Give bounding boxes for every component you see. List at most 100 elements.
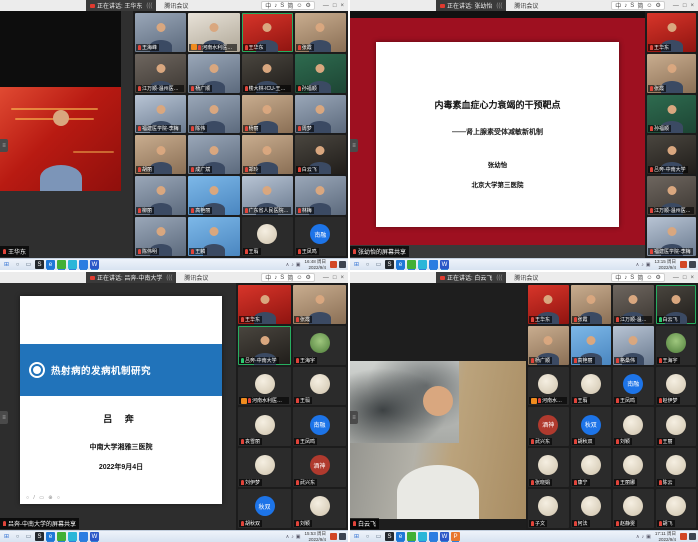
participant-tile[interactable]: 高艳丽 bbox=[188, 176, 239, 215]
participant-tile[interactable]: 王华东 bbox=[242, 13, 293, 52]
action-center-icon[interactable] bbox=[689, 533, 696, 540]
participant-tile[interactable]: 成广斌 bbox=[188, 135, 239, 174]
ime-lang-icon[interactable]: 中 bbox=[615, 1, 621, 10]
participant-tile[interactable]: 郑玲 bbox=[242, 135, 293, 174]
ime-music-icon[interactable]: ♪ bbox=[274, 3, 277, 9]
start-button[interactable]: ⊞ bbox=[352, 532, 361, 541]
maximize-button[interactable]: □ bbox=[683, 275, 687, 281]
ime-lang-icon[interactable]: 中 bbox=[265, 273, 271, 282]
task-view-icon[interactable]: ▭ bbox=[374, 260, 383, 269]
action-center-icon[interactable] bbox=[689, 261, 696, 268]
task-view-icon[interactable]: ▭ bbox=[24, 532, 33, 541]
word-icon[interactable]: W bbox=[90, 260, 99, 269]
participant-tile[interactable]: 秋双胡秋双 bbox=[238, 489, 291, 528]
participant-tile[interactable]: 张霞 bbox=[571, 285, 612, 324]
ime-settings-icon[interactable]: ⚙ bbox=[655, 2, 660, 9]
ime-lang-icon[interactable]: 中 bbox=[615, 273, 621, 282]
ime-emoji-icon[interactable]: ☺ bbox=[296, 3, 302, 9]
wps-icon[interactable]: P bbox=[451, 532, 460, 541]
notification-badge[interactable] bbox=[330, 533, 337, 540]
ime-simplified-icon[interactable]: 简 bbox=[287, 273, 293, 282]
ime-simplified-icon[interactable]: 简 bbox=[637, 1, 643, 10]
close-button[interactable]: × bbox=[690, 275, 694, 281]
ime-settings-icon[interactable]: ⚙ bbox=[655, 274, 660, 281]
participant-tile[interactable]: 张霞 bbox=[293, 285, 346, 324]
participant-tile[interactable]: 陈伟明 bbox=[135, 217, 186, 256]
action-center-icon[interactable] bbox=[339, 533, 346, 540]
app-icon[interactable] bbox=[68, 260, 77, 269]
app-tab-tencent-meeting[interactable]: 腾讯会议 bbox=[506, 272, 546, 283]
participant-tile[interactable]: 河南水利医文热病诊疗中心 bbox=[528, 367, 569, 406]
tray-icon[interactable]: ∧ bbox=[286, 262, 290, 268]
action-center-icon[interactable] bbox=[339, 261, 346, 268]
participant-tile[interactable]: 杨广顺 bbox=[188, 54, 239, 93]
participant-tile[interactable]: 胡丽 bbox=[135, 135, 186, 174]
notification-badge[interactable] bbox=[330, 261, 337, 268]
participant-tile[interactable]: 秋双胡秋双 bbox=[571, 407, 612, 446]
taskbar-clock[interactable]: 17:11 周日2022/9/4 bbox=[655, 531, 676, 541]
participant-tile[interactable]: 刘颖 bbox=[293, 489, 346, 528]
participant-tile[interactable]: 袁雪丽 bbox=[238, 407, 291, 446]
app-icon[interactable] bbox=[79, 532, 88, 541]
close-button[interactable]: × bbox=[690, 3, 694, 9]
speaking-tab[interactable]: 正在讲话: 吕奔-中南大学((( bbox=[86, 272, 176, 283]
app-icon[interactable] bbox=[57, 260, 66, 269]
participant-tile[interactable]: 江万顺-温州医科大学 bbox=[613, 285, 654, 324]
ime-simplified-icon[interactable]: 简 bbox=[637, 273, 643, 282]
participant-tile[interactable]: 高艳丽 bbox=[571, 326, 612, 365]
speaking-tab[interactable]: 正在讲话: 王华东((( bbox=[86, 0, 156, 11]
app-icon[interactable] bbox=[79, 260, 88, 269]
participant-tile[interactable]: 胡飞 bbox=[656, 489, 697, 528]
minimize-button[interactable]: — bbox=[323, 3, 329, 9]
participant-tile[interactable]: 福建医学院-李梅 bbox=[647, 217, 696, 256]
close-button[interactable]: × bbox=[340, 275, 344, 281]
participant-tile[interactable]: 王翦 bbox=[242, 217, 293, 256]
participant-tile[interactable]: 王海峰 bbox=[135, 13, 186, 52]
participant-tile[interactable]: 吕奔-中南大学 bbox=[238, 326, 291, 365]
participant-tile[interactable]: 刘颖 bbox=[613, 407, 654, 446]
app-icon[interactable]: S bbox=[385, 532, 394, 541]
participant-tile[interactable]: 楼大林-ICU-王洁梅 bbox=[242, 54, 293, 93]
app-icon[interactable] bbox=[418, 260, 427, 269]
participant-tile[interactable]: 河南水利医文热病诊疗中心 bbox=[238, 367, 291, 406]
tray-icon[interactable]: ▣ bbox=[296, 534, 301, 540]
participant-tile[interactable]: 王华东 bbox=[647, 13, 696, 52]
speaking-tab[interactable]: 正在讲话: 张幼怡((( bbox=[436, 0, 506, 11]
side-panel-handle[interactable]: ≡ bbox=[350, 139, 358, 152]
participant-tile[interactable]: 赵静雯 bbox=[613, 489, 654, 528]
tray-icon[interactable]: ▣ bbox=[646, 534, 651, 540]
app-icon[interactable] bbox=[429, 532, 438, 541]
app-icon[interactable] bbox=[407, 260, 416, 269]
notification-badge[interactable] bbox=[680, 261, 687, 268]
ime-emoji-icon[interactable]: ☺ bbox=[296, 275, 302, 281]
notification-badge[interactable] bbox=[680, 533, 687, 540]
participant-tile[interactable]: 酒神武兴东 bbox=[528, 407, 569, 446]
participant-tile[interactable]: 王海宇 bbox=[293, 326, 346, 365]
maximize-button[interactable]: □ bbox=[683, 3, 687, 9]
participant-tile[interactable]: 福建医学院-李梅 bbox=[135, 95, 186, 134]
annotation-toolbar[interactable]: ○ / ▭ ⊕ ○ bbox=[26, 495, 61, 501]
ime-music-icon[interactable]: ♪ bbox=[274, 275, 277, 281]
minimize-button[interactable]: — bbox=[673, 275, 679, 281]
app-icon[interactable]: S bbox=[35, 532, 44, 541]
participant-tile[interactable]: 张霞 bbox=[647, 54, 696, 93]
participant-tile[interactable]: 康宁 bbox=[571, 448, 612, 487]
task-view-icon[interactable]: ▭ bbox=[24, 260, 33, 269]
app-icon[interactable] bbox=[407, 532, 416, 541]
participant-tile[interactable]: 南融王凤鸣 bbox=[293, 407, 346, 446]
participant-tile[interactable]: 周梦 bbox=[295, 95, 346, 134]
participant-tile[interactable]: 杨广顺 bbox=[528, 326, 569, 365]
participant-tile[interactable]: 吕奔-中南大学 bbox=[647, 135, 696, 174]
ime-s-icon[interactable]: S bbox=[630, 3, 634, 9]
participant-tile[interactable]: 南融王凤鸣 bbox=[613, 367, 654, 406]
ime-music-icon[interactable]: ♪ bbox=[624, 275, 627, 281]
ime-settings-icon[interactable]: ⚙ bbox=[305, 274, 310, 281]
app-icon[interactable] bbox=[418, 532, 427, 541]
side-panel-handle[interactable]: ≡ bbox=[0, 139, 8, 152]
browser-icon[interactable]: e bbox=[46, 260, 55, 269]
participant-tile[interactable]: 王翦 bbox=[293, 367, 346, 406]
app-icon[interactable] bbox=[68, 532, 77, 541]
app-icon[interactable] bbox=[429, 260, 438, 269]
participant-tile[interactable]: 陈伟 bbox=[188, 95, 239, 134]
tray-icon[interactable]: ▣ bbox=[646, 262, 651, 268]
